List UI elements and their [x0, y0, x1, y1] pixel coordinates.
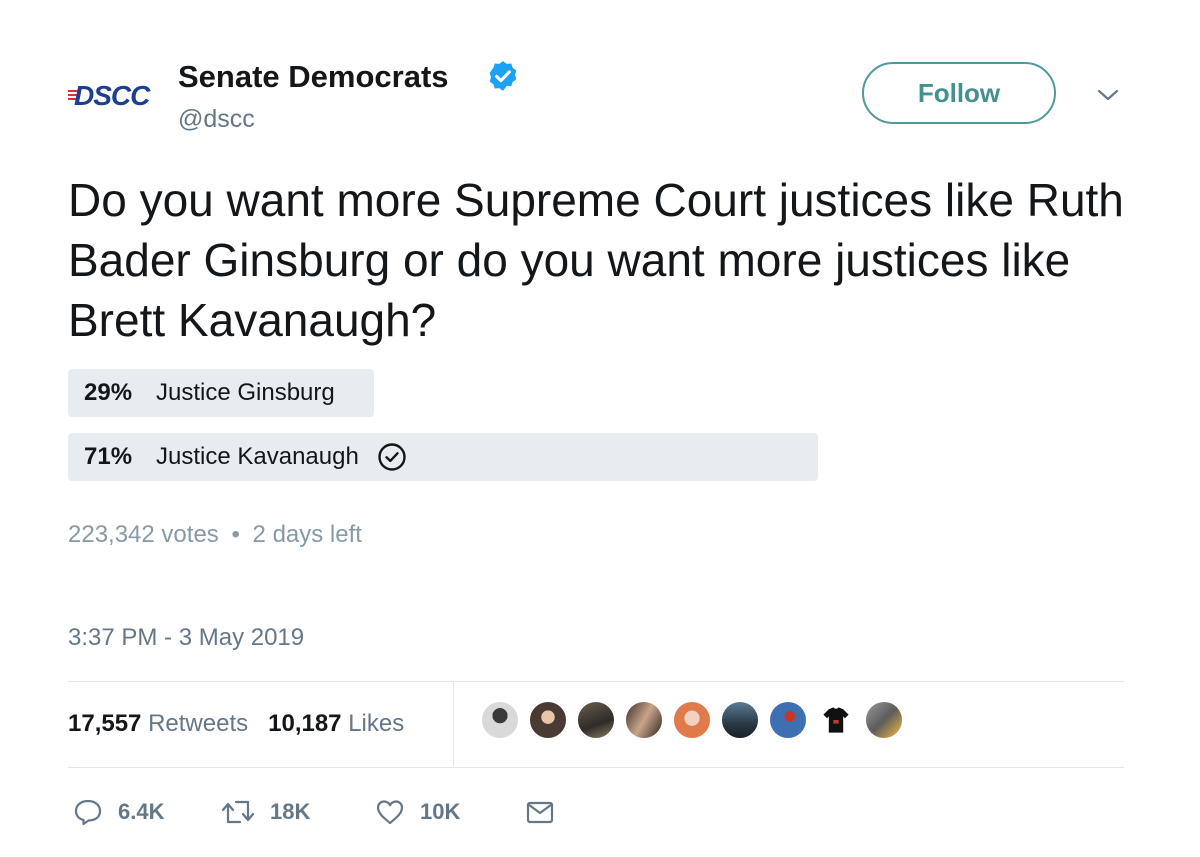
- avatar[interactable]: [720, 700, 760, 740]
- avatar[interactable]: [528, 700, 568, 740]
- check-circle-icon: [378, 443, 406, 471]
- avatar[interactable]: [864, 700, 904, 740]
- envelope-icon: [526, 801, 554, 824]
- tweet-actions: 6.4K 18K 10K: [68, 790, 588, 834]
- poll-percent: 71%: [84, 443, 133, 470]
- retweet-button[interactable]: 18K: [220, 790, 310, 834]
- engagement-stats: 17,557 Retweets 10,187 Likes: [68, 708, 404, 740]
- avatar[interactable]: [624, 700, 664, 740]
- retweets-stat[interactable]: 17,557 Retweets: [68, 708, 248, 740]
- poll-percent: 29%: [84, 379, 133, 406]
- account-handle[interactable]: @dscc: [178, 103, 255, 135]
- meta-separator: •: [231, 521, 240, 548]
- chevron-down-icon[interactable]: [1095, 87, 1121, 103]
- likes-count: 10,187: [268, 710, 342, 737]
- avatar[interactable]: [768, 700, 808, 740]
- tshirt-icon: [823, 707, 849, 733]
- heart-icon: [376, 800, 404, 825]
- reply-count: 6.4K: [118, 799, 165, 824]
- vote-count: 223,342 votes: [68, 521, 219, 548]
- reply-button[interactable]: 6.4K: [72, 790, 164, 834]
- liker-avatars: [480, 700, 904, 740]
- time-left: 2 days left: [252, 521, 362, 548]
- logo-text: DSCC: [74, 80, 150, 111]
- poll-option-label: Justice Kavanaugh: [156, 443, 359, 470]
- poll-option-label: Justice Ginsburg: [156, 379, 335, 406]
- stats-divider: [453, 682, 454, 766]
- divider: [68, 681, 1124, 682]
- retweets-label: Retweets: [148, 710, 249, 737]
- like-count: 10K: [420, 799, 461, 824]
- retweet-icon: [221, 800, 255, 824]
- account-name[interactable]: Senate Democrats: [178, 58, 449, 96]
- tweet-timestamp[interactable]: 3:37 PM - 3 May 2019: [68, 622, 304, 654]
- like-button[interactable]: 10K: [374, 790, 460, 834]
- follow-button[interactable]: Follow: [862, 62, 1056, 124]
- poll-option-ginsburg: 29% Justice Ginsburg: [68, 369, 374, 417]
- divider: [68, 767, 1124, 768]
- direct-message-button[interactable]: [524, 790, 556, 834]
- retweet-count: 18K: [270, 799, 311, 824]
- avatar[interactable]: [480, 700, 520, 740]
- avatar[interactable]: [672, 700, 712, 740]
- dscc-logo: DSCC: [66, 80, 162, 112]
- likes-label: Likes: [348, 710, 405, 737]
- likes-stat[interactable]: 10,187 Likes: [268, 708, 404, 740]
- tweet-text: Do you want more Supreme Court justices …: [68, 174, 1124, 346]
- avatar[interactable]: [816, 700, 856, 740]
- retweets-count: 17,557: [68, 710, 142, 737]
- poll-option-kavanaugh: 71% Justice Kavanaugh: [68, 433, 818, 481]
- avatar[interactable]: [576, 700, 616, 740]
- reply-icon: [74, 799, 102, 826]
- verified-badge-icon: [489, 61, 517, 91]
- poll-meta: 223,342 votes • 2 days left: [68, 520, 362, 550]
